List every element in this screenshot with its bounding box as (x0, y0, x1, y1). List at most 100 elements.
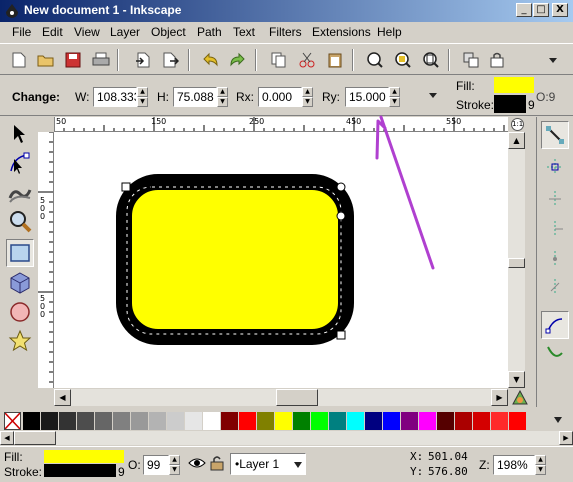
palette-swatch[interactable] (23, 412, 40, 430)
palette-scroll-thumb[interactable] (14, 431, 56, 445)
menu-text[interactable]: Text (233, 25, 255, 39)
node-tool-icon[interactable] (6, 149, 34, 177)
scroll-right-button[interactable]: ▶ (491, 389, 508, 406)
new-icon[interactable] (8, 49, 30, 71)
selector-tool-icon[interactable] (6, 120, 34, 148)
palette-swatch[interactable] (167, 412, 184, 430)
save-icon[interactable] (62, 49, 84, 71)
palette-swatch[interactable] (59, 412, 76, 430)
menu-path[interactable]: Path (197, 25, 222, 39)
palette-scroll-left[interactable]: ◀ (0, 431, 14, 445)
width-input[interactable]: 108.333 (93, 87, 137, 107)
height-input[interactable]: 75.088 (173, 87, 217, 107)
snap-toggle-icon[interactable] (541, 121, 569, 149)
palette-scrollbar[interactable]: ◀ ▶ (0, 431, 573, 445)
export-icon[interactable] (160, 49, 182, 71)
vertical-scrollbar[interactable]: ▲ ▼ (508, 132, 525, 388)
palette-swatch[interactable] (455, 412, 472, 430)
status-fill-swatch[interactable] (44, 450, 124, 463)
snap-path-icon[interactable] (545, 343, 565, 366)
vertical-scroll-thumb[interactable] (508, 258, 525, 268)
menu-object[interactable]: Object (151, 25, 186, 39)
corner-handle-bottom-right[interactable] (336, 330, 346, 340)
palette-swatch[interactable] (131, 412, 148, 430)
palette-swatch[interactable] (185, 412, 202, 430)
palette-swatch[interactable] (293, 412, 310, 430)
snap-bbox-midpoint-icon[interactable] (545, 249, 565, 272)
palette-swatch[interactable] (221, 412, 238, 430)
zoom-spinner[interactable]: ▲ ▼ (535, 455, 546, 475)
import-icon[interactable] (132, 49, 154, 71)
palette-swatch[interactable] (509, 412, 526, 430)
palette-swatch[interactable] (275, 412, 292, 430)
menu-file[interactable]: File (12, 25, 31, 39)
palette-swatch[interactable] (437, 412, 454, 430)
color-manage-icon[interactable] (508, 389, 536, 406)
close-button[interactable]: X (552, 3, 568, 17)
rectangle-tool-icon[interactable] (6, 239, 34, 267)
menu-help[interactable]: Help (377, 25, 402, 39)
paste-icon[interactable] (324, 49, 346, 71)
zoom-corner-icon[interactable]: 1:1 (511, 118, 524, 131)
palette-swatch[interactable] (77, 412, 94, 430)
redo-icon[interactable] (226, 49, 248, 71)
horizontal-scrollbar[interactable]: ◀ ▶ (54, 389, 508, 406)
cut-icon[interactable] (296, 49, 318, 71)
palette-swatch[interactable] (383, 412, 400, 430)
palette-swatch[interactable] (311, 412, 328, 430)
zoom-drawing-icon[interactable] (392, 49, 414, 71)
snap-nodes-icon[interactable] (541, 311, 569, 339)
palette-scroll-right[interactable]: ▶ (559, 431, 573, 445)
undo-icon[interactable] (200, 49, 222, 71)
palette-swatch[interactable] (491, 412, 508, 430)
lock-icon[interactable] (210, 455, 224, 474)
palette-swatch[interactable] (203, 412, 220, 430)
dropdown-icon[interactable] (428, 89, 438, 102)
scroll-down-button[interactable]: ▼ (508, 371, 525, 388)
more-icon[interactable] (542, 49, 564, 71)
status-stroke-swatch[interactable] (44, 464, 116, 477)
stroke-swatch[interactable] (494, 95, 526, 113)
palette-swatch[interactable] (113, 412, 130, 430)
status-opacity-input[interactable]: 99 (143, 455, 169, 475)
print-icon[interactable] (90, 49, 112, 71)
zoom-selection-icon[interactable] (364, 49, 386, 71)
copy-icon[interactable] (268, 49, 290, 71)
scroll-up-button[interactable]: ▲ (508, 132, 525, 149)
scroll-left-button[interactable]: ◀ (54, 389, 71, 406)
menu-layer[interactable]: Layer (110, 25, 140, 39)
rx-input[interactable]: 0.000 (258, 87, 302, 107)
zoom-tool-icon[interactable] (6, 207, 34, 235)
snap-center-icon[interactable] (545, 277, 565, 300)
duplicate-icon[interactable] (460, 49, 482, 71)
palette-swatch[interactable] (329, 412, 346, 430)
minimize-button[interactable]: _ (516, 3, 532, 17)
fill-swatch[interactable] (494, 77, 534, 93)
snap-bbox-corner-icon[interactable] (545, 219, 565, 242)
drawing-canvas[interactable] (54, 132, 508, 388)
rx-handle[interactable] (336, 182, 346, 192)
palette-swatch[interactable] (473, 412, 490, 430)
rounded-rectangle[interactable] (116, 174, 354, 345)
snap-bbox-edge-icon[interactable] (545, 189, 565, 212)
palette-swatch[interactable] (257, 412, 274, 430)
star-tool-icon[interactable] (6, 327, 34, 355)
width-spinner[interactable]: ▲ ▼ (137, 87, 148, 107)
no-paint-swatch[interactable] (4, 412, 21, 430)
layer-select[interactable]: •Layer 1 (230, 453, 306, 475)
maximize-button[interactable]: □ (533, 3, 549, 17)
zoom-page-icon[interactable] (420, 49, 442, 71)
menu-extensions[interactable]: Extensions (312, 25, 371, 39)
3dbox-tool-icon[interactable] (6, 269, 34, 297)
tweak-tool-icon[interactable] (6, 178, 34, 206)
palette-swatch[interactable] (239, 412, 256, 430)
ry-spinner[interactable]: ▲ ▼ (389, 87, 400, 107)
palette-swatch[interactable] (365, 412, 382, 430)
palette-swatch[interactable] (401, 412, 418, 430)
menu-view[interactable]: View (74, 25, 100, 39)
ry-handle[interactable] (336, 211, 346, 221)
clone-icon[interactable] (486, 49, 508, 71)
height-spinner[interactable]: ▲ ▼ (217, 87, 228, 107)
status-opacity-spinner[interactable]: ▲ ▼ (169, 455, 180, 475)
horizontal-scroll-thumb[interactable] (276, 389, 318, 406)
